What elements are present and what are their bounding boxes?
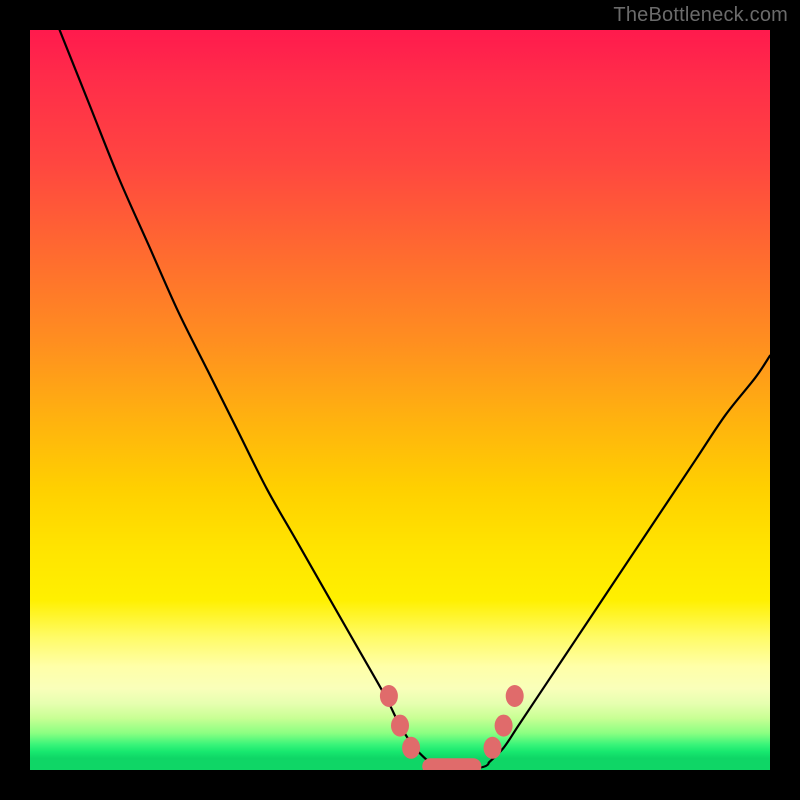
bottleneck-curve-right: [489, 356, 770, 763]
trough-markers: [380, 685, 524, 770]
trough-marker-dot: [484, 737, 502, 759]
trough-marker-dot: [380, 685, 398, 707]
trough-marker-dot: [391, 715, 409, 737]
chart-overlay: [30, 30, 770, 770]
trough-marker-dot: [495, 715, 513, 737]
watermark-label: TheBottleneck.com: [613, 4, 788, 27]
trough-marker-dot: [506, 685, 524, 707]
trough-marker-dot: [402, 737, 420, 759]
trough-marker-pill: [422, 758, 481, 770]
chart-frame: TheBottleneck.com: [0, 0, 800, 800]
bottleneck-curve-left: [60, 30, 430, 763]
